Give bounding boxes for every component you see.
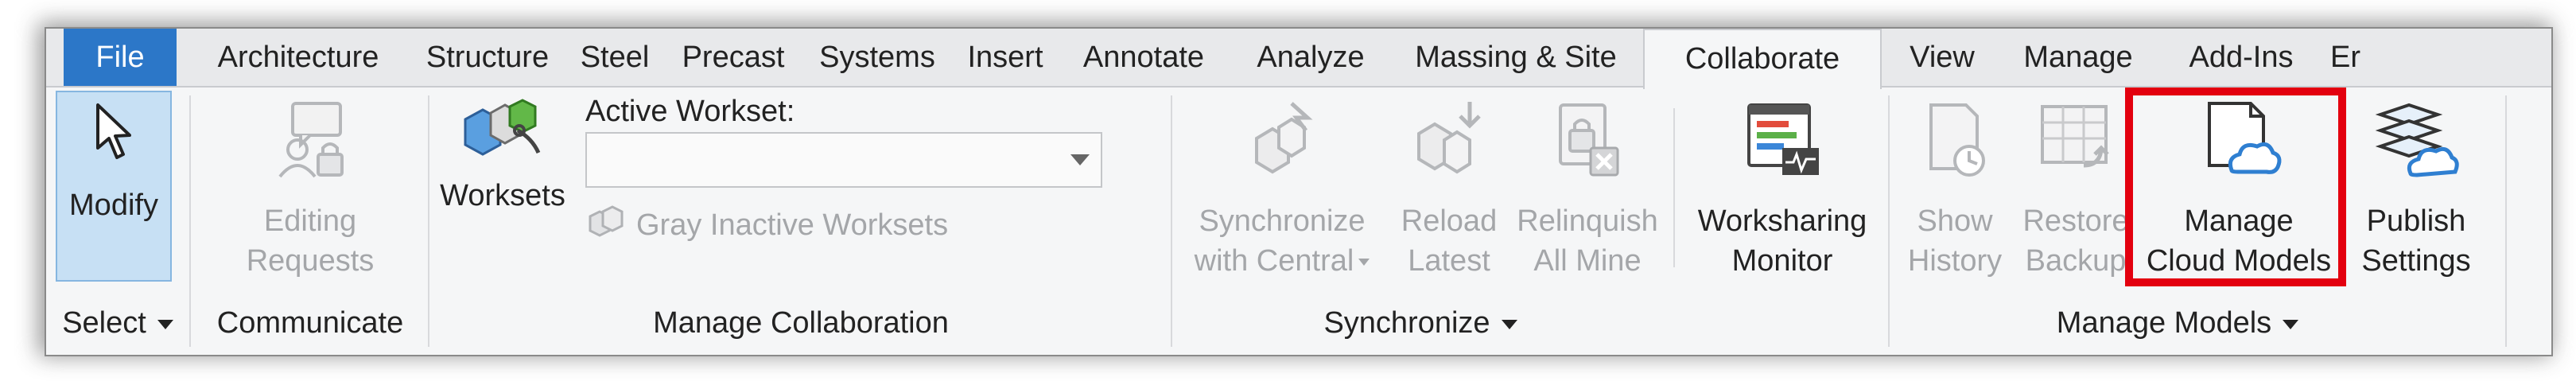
tab-massing-site[interactable]: Massing & Site [1397, 29, 1635, 86]
tab-file[interactable]: File [64, 29, 177, 86]
divider [189, 95, 191, 347]
tab-overflow[interactable]: Er [2330, 29, 2378, 86]
tab-view[interactable]: View [1886, 29, 1998, 86]
chevron-down-icon [1070, 154, 1090, 165]
active-workset-select[interactable] [585, 132, 1102, 188]
tab-insert[interactable]: Insert [954, 29, 1056, 86]
restore-backup-button[interactable]: Restore Backup [2018, 99, 2133, 281]
divider [1673, 108, 1675, 267]
active-workset-label: Active Workset: [585, 95, 795, 128]
chevron-down-icon [157, 319, 173, 329]
panel-synchronize: Synchronize with Central Reload Latest R… [1174, 88, 1667, 353]
tab-architecture[interactable]: Architecture [191, 29, 406, 86]
gray-worksets-icon [585, 204, 627, 250]
synchronize-with-central-button[interactable]: Synchronize with Central [1177, 99, 1387, 281]
cursor-arrow-icon [56, 99, 172, 176]
modify-button[interactable]: Modify [56, 99, 172, 225]
relinquish-icon [1508, 99, 1667, 192]
tab-precast[interactable]: Precast [670, 29, 797, 86]
synchronize-panel-dropdown[interactable]: Synchronize [1174, 302, 1667, 344]
show-history-button[interactable]: Show History [1891, 99, 2018, 281]
editing-requests-icon [192, 99, 428, 192]
tab-bar: File Architecture Structure Steel Precas… [46, 29, 2551, 89]
chevron-down-icon [1501, 319, 1517, 329]
publish-settings-button[interactable]: Publish Settings [2345, 99, 2488, 281]
divider [1888, 95, 1890, 347]
tab-add-ins[interactable]: Add-Ins [2162, 29, 2321, 86]
panel-communicate: Editing Requests Communicate [192, 88, 428, 353]
tab-systems[interactable]: Systems [808, 29, 946, 86]
reload-latest-icon [1393, 99, 1505, 192]
select-panel-dropdown[interactable]: Select [46, 302, 189, 344]
ribbon: File Architecture Structure Steel Precas… [45, 27, 2553, 356]
gray-inactive-worksets-button[interactable]: Gray Inactive Worksets [585, 204, 948, 245]
divider [2505, 95, 2507, 347]
show-history-icon [1891, 99, 2018, 192]
editing-requests-button[interactable]: Editing Requests [192, 99, 428, 281]
manage-models-panel-dropdown[interactable]: Manage Models [1891, 302, 2464, 344]
tab-manage[interactable]: Manage [2003, 29, 2154, 86]
worksharing-monitor-icon [1677, 99, 1888, 192]
panel-manage-collaboration: Worksets Active Workset: Gray Inactive W… [431, 88, 1171, 353]
worksharing-monitor-button[interactable]: Worksharing Monitor [1677, 99, 1888, 281]
relinquish-all-mine-button[interactable]: Relinquish All Mine [1508, 99, 1667, 281]
tab-analyze[interactable]: Analyze [1237, 29, 1384, 86]
callout-highlight-box [2125, 88, 2346, 286]
publish-settings-icon [2345, 99, 2488, 192]
panel-select: Modify Select [46, 88, 189, 353]
worksets-icon [431, 99, 574, 166]
tab-annotate[interactable]: Annotate [1066, 29, 1222, 86]
reload-latest-button[interactable]: Reload Latest [1393, 99, 1505, 281]
manage-collaboration-panel-label: Manage Collaboration [653, 306, 949, 340]
synchronize-icon [1177, 99, 1387, 192]
tab-steel[interactable]: Steel [569, 29, 660, 86]
tab-collaborate[interactable]: Collaborate [1643, 29, 1882, 89]
communicate-panel-label: Communicate [216, 306, 404, 340]
chevron-down-icon [1358, 259, 1370, 266]
divider [1171, 95, 1172, 347]
panel-worksharing: Worksharing Monitor [1677, 88, 1888, 353]
chevron-down-icon [2283, 319, 2299, 329]
worksets-button[interactable]: Worksets [431, 99, 574, 216]
restore-backup-icon [2018, 99, 2133, 192]
tab-structure[interactable]: Structure [412, 29, 563, 86]
divider [428, 95, 429, 347]
